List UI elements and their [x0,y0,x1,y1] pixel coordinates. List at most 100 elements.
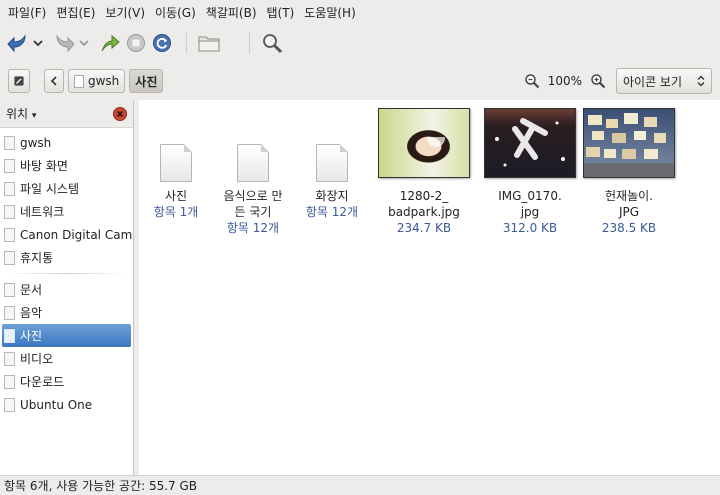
status-text: 항목 6개, 사용 가능한 공간: 55.7 GB [4,479,198,493]
path-button-label: 사진 [135,74,158,89]
chevron-down-icon [79,40,89,47]
folder-icon [160,144,192,182]
toolbar-separator [249,32,250,54]
reload-icon [153,34,171,52]
stop-button[interactable] [124,31,148,55]
file-name: 화장지 [315,189,349,203]
file-name: 헌재놀이. JPG [605,189,653,219]
sidebar-item-videos[interactable]: 비디오 [0,347,133,370]
desktop-icon [4,158,15,173]
file-item[interactable]: 헌재놀이. JPG 238.5 KB [581,108,677,236]
toggle-location-entry-button[interactable] [8,69,30,93]
home-folder-button[interactable] [197,31,221,55]
sidebar-item-label: 음악 [20,306,43,320]
sidebar-item-label: Canon Digital Cam… [20,227,133,242]
sidebar: 위치 ▾ gwsh 바탕 화면 파일 시스템 네트워크 Canon Digita… [0,100,134,475]
location-bar: gwsh 사진 100% 아이콘 보기 [0,64,720,98]
sidebar-item-filesystem[interactable]: 파일 시스템 [0,177,133,200]
menu-bookmarks[interactable]: 책갈피(B) [202,4,261,21]
drive-icon [4,181,15,196]
file-info: 234.7 KB [396,221,452,235]
sidebar-item-camera[interactable]: Canon Digital Cam… [0,223,133,246]
view-mode-label: 아이콘 보기 [623,74,683,89]
sidebar-item-desktop[interactable]: 바탕 화면 [0,154,133,177]
path-button-current[interactable]: 사진 [129,69,164,93]
zoom-level[interactable]: 100% [548,74,582,88]
folder-icon [4,351,15,366]
sidebar-item-label: 바탕 화면 [20,159,68,173]
path-scroll-left-button[interactable] [44,69,64,93]
file-item[interactable]: 화장지 항목 12개 [284,144,380,220]
file-info: 238.5 KB [601,221,657,235]
back-button[interactable] [6,31,30,55]
close-sidebar-icon[interactable] [113,106,127,121]
sidebar-divider [6,273,127,274]
file-name: 1280-2_ badpark.jpg [388,189,460,219]
sidebar-item-label: 문서 [20,283,43,297]
menu-tabs[interactable]: 탭(T) [263,4,299,21]
stop-icon [127,34,145,52]
back-icon [7,34,26,53]
sidebar-item-label: 파일 시스템 [20,182,80,196]
sidebar-type-select[interactable]: 위치 ▾ [6,105,36,122]
file-item[interactable]: IMG_0170. jpg 312.0 KB [482,108,578,236]
trash-icon [4,250,15,265]
menu-view[interactable]: 보기(V) [101,4,149,21]
sidebar-item-pictures[interactable]: 사진 [2,324,131,347]
back-history-dropdown[interactable] [32,31,44,55]
sidebar-item-label: 휴지통 [20,251,54,265]
up-button[interactable] [98,31,122,55]
folder-icon [4,305,15,320]
chevron-left-icon [50,76,57,86]
folder-icon [4,374,15,389]
sidebar-item-music[interactable]: 음악 [0,301,133,324]
home-folder-icon [198,36,220,52]
image-thumbnail [583,108,675,178]
forward-button[interactable] [52,31,76,55]
forward-history-dropdown[interactable] [78,31,90,55]
chevron-down-icon [33,40,43,47]
file-icon-view[interactable]: 사진 항목 1개 음식으로 만든 국기 항목 12개 화장지 항목 12개 12… [139,100,720,475]
sidebar-item-label: 다운로드 [20,375,65,389]
chevron-down-icon: ▾ [31,111,37,121]
network-icon [4,204,15,219]
sidebar-item-label: 사진 [20,329,43,343]
status-bar: 항목 6개, 사용 가능한 공간: 55.7 GB [0,475,720,495]
sidebar-item-network[interactable]: 네트워크 [0,200,133,223]
forward-icon [56,34,75,53]
sidebar-item-ubuntu-one[interactable]: Ubuntu One [0,393,133,416]
sidebar-item-label: 비디오 [20,352,54,366]
image-thumbnail [378,108,470,178]
sidebar-item-downloads[interactable]: 다운로드 [0,370,133,393]
sidebar-item-trash[interactable]: 휴지통 [0,246,133,269]
edit-location-icon [14,76,24,86]
menu-edit[interactable]: 편집(E) [52,4,99,21]
folder-icon [4,328,15,343]
file-item[interactable]: 1280-2_ badpark.jpg 234.7 KB [376,108,472,236]
toolbar-separator [186,32,187,54]
folder-icon [316,144,348,182]
camera-icon [4,227,15,242]
zoom-in-icon[interactable] [590,73,606,89]
zoom-out-icon[interactable] [524,73,540,89]
file-info: 항목 12개 [226,221,280,235]
file-info: 312.0 KB [502,221,558,235]
view-mode-select[interactable]: 아이콘 보기 [616,68,712,94]
toolbar [0,25,720,61]
menu-go[interactable]: 이동(G) [151,4,200,21]
sidebar-item-label: Ubuntu One [20,397,93,412]
sidebar-item-documents[interactable]: 문서 [0,278,133,301]
sidebar-item-label: 네트워크 [20,205,65,219]
menu-file[interactable]: 파일(F) [4,4,50,21]
folder-icon [237,144,269,182]
reload-button[interactable] [150,31,174,55]
folder-icon [4,397,15,412]
sidebar-item-home[interactable]: gwsh [0,131,133,154]
folder-icon [4,282,15,297]
path-button-home[interactable]: gwsh [68,69,126,93]
sidebar-type-label: 위치 [6,107,29,121]
menu-help[interactable]: 도움말(H) [300,4,360,21]
sidebar-item-label: gwsh [20,135,52,150]
search-button[interactable] [260,31,284,55]
file-name: IMG_0170. jpg [498,189,562,219]
